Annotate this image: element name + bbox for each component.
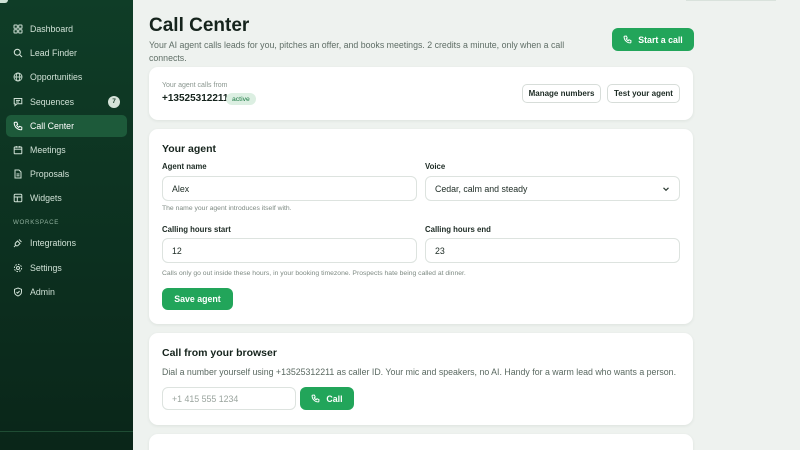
start-call-label: Start a call xyxy=(638,34,683,45)
save-agent-button[interactable]: Save agent xyxy=(162,288,233,310)
layers-icon xyxy=(13,193,23,203)
chevron-down-icon xyxy=(662,185,670,193)
calling-hours-start-input[interactable] xyxy=(172,245,416,256)
page-title: Call Center xyxy=(149,15,250,36)
sidebar-item-label: Integrations xyxy=(30,238,76,249)
sequences-count-badge: 7 xyxy=(108,95,120,108)
workspace-section-label: WORKSPACE xyxy=(13,218,60,226)
sidebar-item-label: Opportunities xyxy=(30,72,83,83)
dial-number-input[interactable] xyxy=(172,393,295,404)
calling-hours-end-input[interactable] xyxy=(435,245,679,256)
sidebar-item-integrations[interactable]: Integrations xyxy=(6,232,127,254)
calling-hours-hint: Calls only go out inside these hours, in… xyxy=(162,270,466,277)
agent-name-label: Agent name xyxy=(162,162,207,171)
search-icon xyxy=(13,48,23,58)
call-button[interactable]: Call xyxy=(300,387,354,410)
agent-settings-card: Your agent Agent name The name your agen… xyxy=(149,129,693,324)
sidebar-nav: Dashboard Lead Finder Opportunities Sequ… xyxy=(6,18,127,305)
caller-number-label: Your agent calls from xyxy=(162,82,228,89)
sidebar-item-lead-finder[interactable]: Lead Finder xyxy=(6,42,127,64)
phone-icon xyxy=(311,394,320,403)
sidebar-item-proposals[interactable]: Proposals xyxy=(6,163,127,185)
call-button-label: Call xyxy=(326,393,343,404)
calling-hours-start-label: Calling hours start xyxy=(162,225,231,234)
plug-icon xyxy=(13,238,23,248)
sidebar: Dashboard Lead Finder Opportunities Sequ… xyxy=(0,0,133,450)
calling-hours-end-label: Calling hours end xyxy=(425,225,491,234)
sidebar-item-label: Settings xyxy=(30,262,62,273)
agent-name-hint: The name your agent introduces itself wi… xyxy=(162,205,292,212)
sidebar-item-sequences[interactable]: Sequences 7 xyxy=(6,91,127,113)
voice-select[interactable]: Cedar, calm and steady xyxy=(425,176,680,201)
voice-selected-value: Cedar, calm and steady xyxy=(435,183,528,194)
sidebar-item-label: Meetings xyxy=(30,144,66,155)
manage-numbers-button[interactable]: Manage numbers xyxy=(522,84,601,103)
sidebar-item-label: Lead Finder xyxy=(30,48,77,59)
test-agent-button[interactable]: Test your agent xyxy=(607,84,680,103)
start-call-button[interactable]: Start a call xyxy=(612,28,694,51)
agent-name-field[interactable] xyxy=(162,176,417,201)
sidebar-item-label: Sequences xyxy=(30,96,75,107)
status-badge: active xyxy=(226,93,256,105)
phone-icon xyxy=(13,121,23,131)
document-icon xyxy=(13,169,23,179)
sidebar-item-label: Call Center xyxy=(30,120,75,131)
caller-number: +13525312211 xyxy=(162,93,229,104)
agent-card-title: Your agent xyxy=(162,143,217,155)
sidebar-divider xyxy=(0,431,133,432)
sidebar-item-opportunities[interactable]: Opportunities xyxy=(6,66,127,88)
shield-icon xyxy=(13,287,23,297)
calling-hours-end-field[interactable] xyxy=(425,238,680,263)
sidebar-item-settings[interactable]: Settings xyxy=(6,257,127,279)
caller-number-card: Your agent calls from +13525312211 activ… xyxy=(149,67,693,120)
sidebar-item-label: Proposals xyxy=(30,169,70,180)
dial-number-field[interactable] xyxy=(162,387,296,410)
top-divider xyxy=(686,0,776,1)
sidebar-item-admin[interactable]: Admin xyxy=(6,281,127,303)
sidebar-item-dashboard[interactable]: Dashboard xyxy=(6,18,127,40)
browser-call-description: Dial a number yourself using +1352531221… xyxy=(162,367,677,377)
browser-call-card: Call from your browser Dial a number you… xyxy=(149,333,693,425)
next-card xyxy=(149,434,693,450)
sidebar-item-call-center[interactable]: Call Center xyxy=(6,114,127,137)
agent-name-input[interactable] xyxy=(172,183,416,194)
main-content: Call Center Your AI agent calls leads fo… xyxy=(133,0,800,450)
sidebar-item-label: Dashboard xyxy=(30,24,74,34)
sidebar-item-label: Widgets xyxy=(30,193,62,204)
sidebar-item-label: Admin xyxy=(30,286,55,297)
logo-mark xyxy=(0,0,8,3)
sidebar-item-meetings[interactable]: Meetings xyxy=(6,139,127,161)
sidebar-item-widgets[interactable]: Widgets xyxy=(6,187,127,209)
browser-call-title: Call from your browser xyxy=(162,347,277,359)
globe-icon xyxy=(13,72,23,82)
page-subtitle: Your AI agent calls leads for you, pitch… xyxy=(149,40,565,63)
phone-icon xyxy=(623,35,632,44)
gear-icon xyxy=(13,263,23,273)
grid-icon xyxy=(13,24,23,34)
voice-label: Voice xyxy=(425,162,446,171)
calendar-icon xyxy=(13,145,23,155)
calling-hours-start-field[interactable] xyxy=(162,238,417,263)
message-icon xyxy=(13,97,23,107)
